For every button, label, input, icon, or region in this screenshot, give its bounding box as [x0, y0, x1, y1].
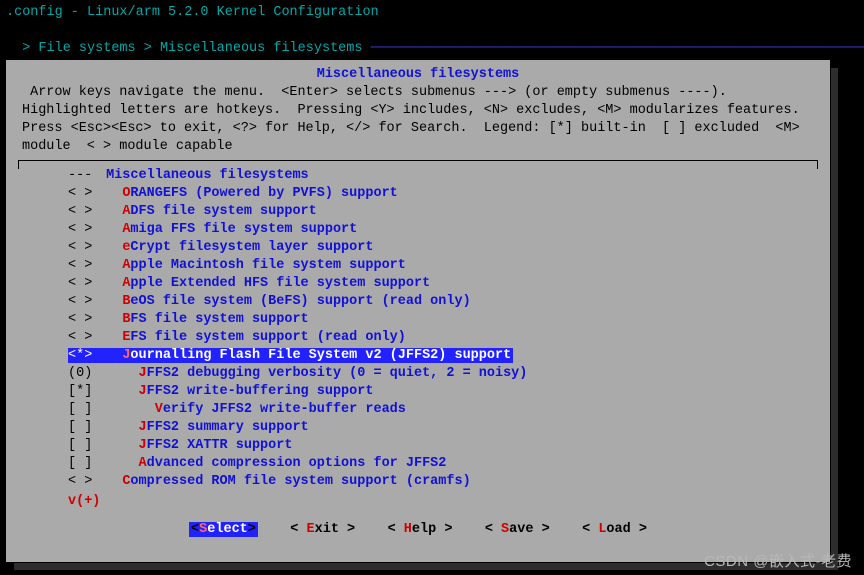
menu-item[interactable]: [*] JFFS2 write-buffering support	[68, 383, 818, 401]
save-button[interactable]: < Save >	[485, 522, 550, 537]
menu-item-state: < >	[68, 239, 98, 257]
button-bar: <Select> < Exit > < Help > < Save > < Lo…	[18, 521, 818, 539]
menu-item-state: < >	[68, 311, 98, 329]
menu-item-state: <*>	[68, 347, 98, 365]
menu-item[interactable]: <*> Journalling Flash File System v2 (JF…	[68, 347, 818, 365]
menu-item-hotkey: J	[139, 438, 147, 453]
menu-item[interactable]: < > Apple Extended HFS file system suppo…	[68, 275, 818, 293]
menu-item[interactable]: < > BFS file system support	[68, 311, 818, 329]
help-button[interactable]: < Help >	[388, 522, 453, 537]
menu-item-label: ompressed ROM file system support (cramf…	[130, 474, 470, 489]
menu-item-label: FFS2 debugging verbosity (0 = quiet, 2 =…	[147, 366, 528, 381]
menu-item-state: < >	[68, 293, 98, 311]
menu-item-state: [ ]	[68, 437, 98, 455]
dialog-title: Miscellaneous filesystems	[18, 66, 818, 84]
menu-list[interactable]: --- Miscellaneous filesystems< > ORANGEF…	[18, 161, 818, 493]
menu-item-label: FFS2 XATTR support	[147, 438, 293, 453]
menu-item[interactable]: [ ] JFFS2 summary support	[68, 419, 818, 437]
load-button[interactable]: < Load >	[582, 522, 647, 537]
menu-item-label: pple Macintosh file system support	[130, 258, 405, 273]
menu-item[interactable]: < > ORANGEFS (Powered by PVFS) support	[68, 185, 818, 203]
menu-item-label: FS file system support (read only)	[130, 330, 405, 345]
menu-item-hotkey: J	[139, 366, 147, 381]
menu-item-state: < >	[68, 257, 98, 275]
more-indicator: v(+)	[68, 494, 100, 509]
menu-item-label: dvanced compression options for JFFS2	[147, 456, 447, 471]
breadcrumb-parent: File systems	[38, 41, 135, 56]
menu-item-state: < >	[68, 221, 98, 239]
menu-item-state: < >	[68, 185, 98, 203]
exit-button[interactable]: < Exit >	[290, 522, 355, 537]
menu-item-state: ---	[68, 167, 98, 185]
menu-item-state: [ ]	[68, 455, 98, 473]
menu-item[interactable]: [ ] Verify JFFS2 write-buffer reads	[68, 401, 818, 419]
breadcrumb-fill: ────────────────────────────────────────…	[362, 41, 864, 56]
menu-item[interactable]: [ ] JFFS2 XATTR support	[68, 437, 818, 455]
menu-item-label: Miscellaneous filesystems	[106, 168, 309, 183]
menu-item[interactable]: < > Apple Macintosh file system support	[68, 257, 818, 275]
menu-item-label: RANGEFS (Powered by PVFS) support	[130, 186, 397, 201]
menu-item-state: [*]	[68, 383, 98, 401]
dialog-help-text: Arrow keys navigate the menu. <Enter> se…	[18, 84, 818, 156]
menu-item-label: eOS file system (BeFS) support (read onl…	[130, 294, 470, 309]
menu-item[interactable]: < > Amiga FFS file system support	[68, 221, 818, 239]
menuconfig-dialog: Miscellaneous filesystems Arrow keys nav…	[6, 60, 830, 562]
menu-item-label: miga FFS file system support	[130, 222, 357, 237]
menu-item-hotkey: J	[139, 420, 147, 435]
menu-item-hotkey: J	[139, 384, 147, 399]
menu-item[interactable]: --- Miscellaneous filesystems	[68, 167, 818, 185]
menu-item-state: < >	[68, 329, 98, 347]
select-button[interactable]: <Select>	[189, 522, 258, 537]
menu-item[interactable]: < > eCrypt filesystem layer support	[68, 239, 818, 257]
menu-frame: --- Miscellaneous filesystems< > ORANGEF…	[18, 160, 818, 513]
menu-item-state: < >	[68, 203, 98, 221]
menu-item-label: FS file system support	[130, 312, 308, 327]
menu-item-hotkey: V	[155, 402, 163, 417]
breadcrumb-arrow: >	[22, 41, 38, 56]
watermark: CSDN @嵌入式-老费	[704, 553, 852, 571]
menu-item-label: pple Extended HFS file system support	[130, 276, 430, 291]
breadcrumb: > File systems > Miscellaneous filesyste…	[6, 22, 858, 58]
menu-item-label: Crypt filesystem layer support	[130, 240, 373, 255]
breadcrumb-sep: >	[136, 41, 160, 56]
breadcrumb-current: Miscellaneous filesystems	[160, 41, 363, 56]
menu-item[interactable]: (0) JFFS2 debugging verbosity (0 = quiet…	[68, 365, 818, 383]
menu-item-state: (0)	[68, 365, 98, 383]
menu-item-label: ournalling Flash File System v2 (JFFS2) …	[130, 348, 511, 363]
menu-item[interactable]: < > BeOS file system (BeFS) support (rea…	[68, 293, 818, 311]
menu-item[interactable]: [ ] Advanced compression options for JFF…	[68, 455, 818, 473]
menu-item[interactable]: < > EFS file system support (read only)	[68, 329, 818, 347]
menu-item[interactable]: < > ADFS file system support	[68, 203, 818, 221]
menu-item-state: [ ]	[68, 419, 98, 437]
menu-item-state: [ ]	[68, 401, 98, 419]
menu-item-state: < >	[68, 473, 98, 491]
menu-item-label: FFS2 write-buffering support	[147, 384, 374, 399]
menu-item-label: DFS file system support	[130, 204, 316, 219]
title-bar: .config - Linux/arm 5.2.0 Kernel Configu…	[6, 4, 858, 22]
menu-item-label: erify JFFS2 write-buffer reads	[163, 402, 406, 417]
menu-item-state: < >	[68, 275, 98, 293]
menu-item[interactable]: < > Compressed ROM file system support (…	[68, 473, 818, 491]
menu-item-label: FFS2 summary support	[147, 420, 309, 435]
menu-item-hotkey: A	[139, 456, 147, 471]
